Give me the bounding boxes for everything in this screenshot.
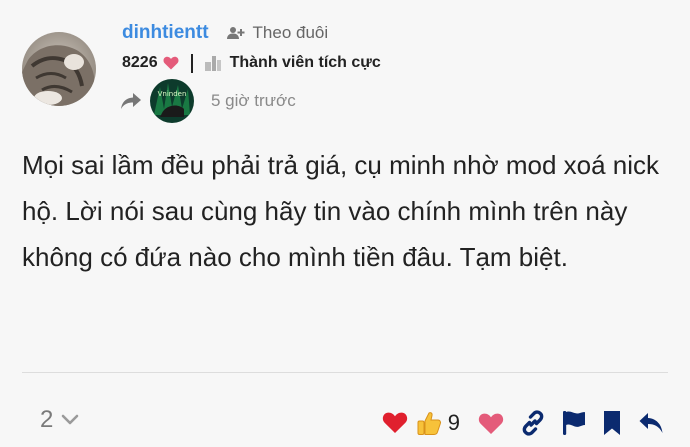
follow-button[interactable]: Theo đuôi — [226, 23, 329, 43]
author-username[interactable]: dinhtientt — [122, 22, 209, 44]
user-plus-icon — [226, 27, 245, 39]
reply-to-avatar[interactable]: Vninden — [150, 79, 194, 123]
post: dinhtientt Theo đuôi 8226 Thành viên tíc… — [0, 0, 690, 447]
follow-label: Theo đuôi — [252, 23, 329, 42]
reply-count: 2 — [40, 406, 54, 433]
post-time[interactable]: 5 giờ trước — [211, 91, 296, 111]
book-icon — [204, 55, 221, 71]
reply-to-avatar-text: Vninden — [158, 90, 187, 98]
replies-toggle[interactable]: 2 — [40, 406, 79, 434]
link-icon[interactable] — [520, 410, 546, 436]
bookmark-icon[interactable] — [602, 410, 622, 436]
post-body: Mọi sai lầm đều phải trả giá, cụ minh nh… — [22, 150, 660, 272]
heart-emoji-icon[interactable] — [382, 411, 408, 435]
share-arrow-icon — [120, 92, 142, 110]
footer-divider — [22, 372, 668, 373]
chevron-down-icon — [62, 414, 79, 425]
reply-icon[interactable] — [638, 411, 664, 435]
author-meta-row: 8226 Thành viên tích cực — [122, 51, 381, 75]
author-avatar[interactable] — [22, 32, 96, 106]
post-actions: 9 — [382, 405, 664, 441]
thumbs-up-emoji-icon[interactable] — [416, 410, 442, 436]
flag-icon[interactable] — [562, 410, 586, 436]
author-badge[interactable]: Thành viên tích cực — [204, 54, 381, 72]
badge-label: Thành viên tích cực — [229, 54, 381, 71]
reaction-count: 9 — [447, 410, 460, 435]
heart-icon[interactable] — [478, 412, 504, 435]
meta-divider — [190, 53, 193, 73]
author-score: 8226 — [122, 54, 158, 71]
reply-info-row: Vninden 5 giờ trước — [120, 79, 296, 123]
heart-icon — [163, 56, 179, 70]
author-name-row: dinhtientt Theo đuôi — [122, 20, 328, 46]
